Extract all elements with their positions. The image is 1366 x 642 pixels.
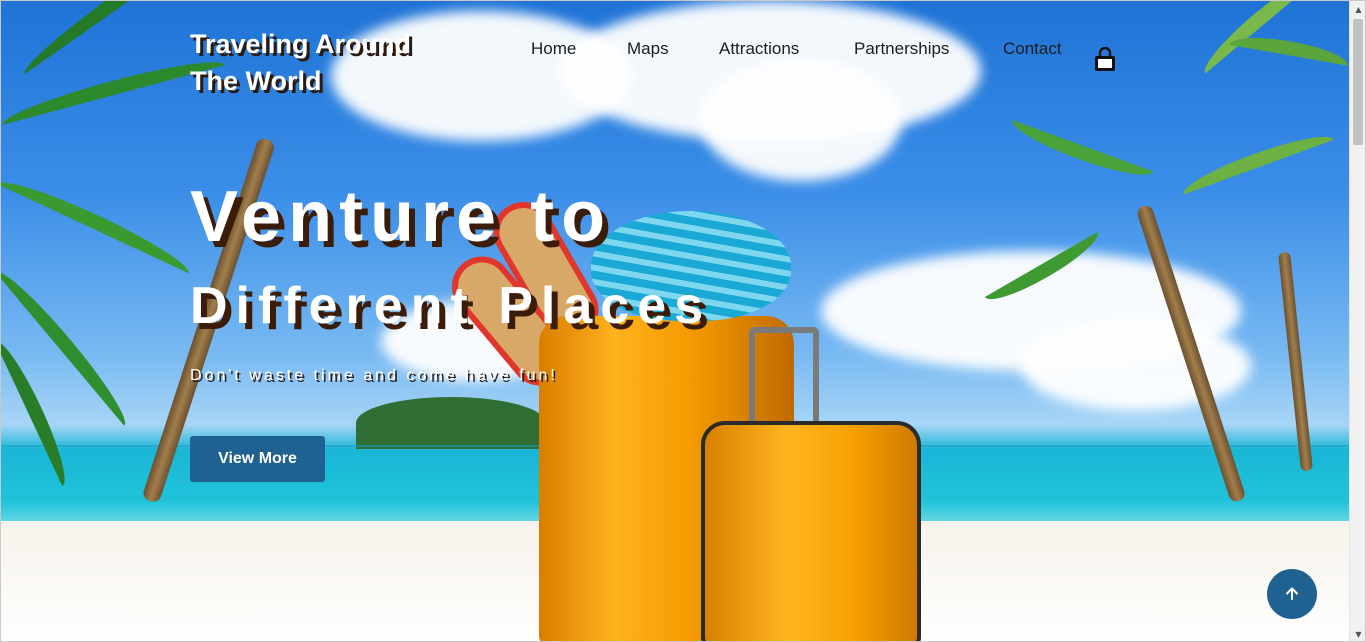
logo-line-2: The World — [190, 66, 322, 96]
cloud — [1021, 321, 1251, 411]
shopping-bag-icon[interactable] — [1092, 46, 1118, 73]
hero-tagline: Don't waste time and come have fun! — [190, 367, 558, 384]
site-logo[interactable]: Traveling Around The World — [190, 26, 470, 100]
hero-headline: Venture to Different Places — [190, 175, 711, 341]
headline-line-2: Different Places — [190, 277, 712, 335]
palm-frond — [1, 171, 195, 274]
cloud — [701, 61, 901, 181]
nav-contact[interactable]: Contact — [1003, 39, 1062, 59]
palm-frond — [1178, 126, 1334, 195]
scrollbar-thumb[interactable] — [1353, 19, 1363, 145]
nav-partnerships[interactable]: Partnerships — [854, 39, 949, 59]
orange-suitcase-small — [701, 421, 921, 641]
palm-frond — [1007, 120, 1154, 185]
suitcase-handle — [749, 327, 819, 427]
nav-home[interactable]: Home — [531, 39, 576, 59]
island — [356, 397, 546, 449]
browser-viewport: Traveling Around The World Home Maps Att… — [0, 0, 1366, 642]
palm-tree-right — [1278, 251, 1313, 472]
palm-frond — [1, 263, 135, 426]
back-to-top-button[interactable] — [1267, 569, 1317, 619]
palm-frond — [1, 335, 75, 486]
headline-line-1: Venture to — [190, 177, 613, 257]
nav-attractions[interactable]: Attractions — [719, 39, 799, 59]
vertical-scrollbar[interactable]: ▲ ▼ — [1349, 1, 1365, 641]
scroll-up-arrow-icon[interactable]: ▲ — [1350, 1, 1365, 18]
scroll-down-arrow-icon[interactable]: ▼ — [1350, 626, 1365, 641]
logo-line-1: Traveling Around — [190, 29, 412, 59]
view-more-button[interactable]: View More — [190, 436, 325, 482]
nav-maps[interactable]: Maps — [627, 39, 669, 59]
arrow-up-icon — [1286, 587, 1298, 600]
